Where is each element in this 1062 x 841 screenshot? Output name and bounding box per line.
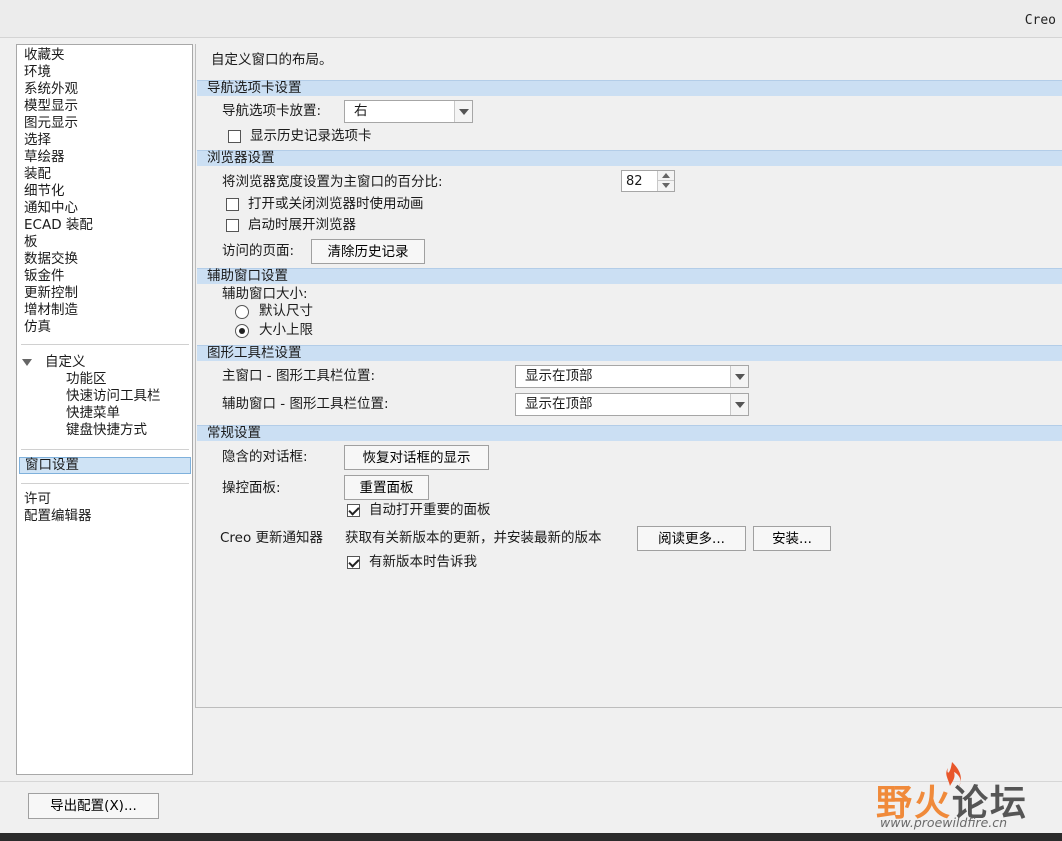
show-history-checkbox[interactable] bbox=[228, 130, 241, 143]
spin-up-icon[interactable] bbox=[657, 171, 674, 181]
options-window: Creo 收藏夹 环境 系统外观 模型显示 图元显示 选择 草绘器 装配 细节化 通知中心 ECAD… bbox=[0, 0, 1062, 833]
sidebar-item[interactable]: 图元显示 bbox=[24, 115, 78, 132]
sidebar-item[interactable]: 草绘器 bbox=[24, 149, 65, 166]
update-notifier-label: Creo 更新通知器 bbox=[220, 530, 324, 546]
sidebar-item[interactable]: 仿真 bbox=[24, 319, 51, 336]
sidebar-item[interactable]: 环境 bbox=[24, 64, 51, 81]
auto-open-dashboard-checkbox[interactable] bbox=[347, 504, 360, 517]
section-header-browser: 浏览器设置 bbox=[197, 150, 1062, 166]
sidebar-item[interactable]: 收藏夹 bbox=[24, 47, 65, 64]
watermark-logo: 野火论坛 www.proewildfire.cn bbox=[876, 760, 1056, 832]
visited-pages-label: 访问的页面: bbox=[222, 243, 295, 259]
main-toolbar-position-dropdown[interactable]: 显示在顶部 bbox=[515, 365, 749, 388]
chevron-down-icon[interactable] bbox=[454, 101, 472, 122]
animate-browser-label: 打开或关闭浏览器时使用动画 bbox=[248, 196, 424, 212]
panel-description: 自定义窗口的布局。 bbox=[211, 52, 333, 68]
max-size-label: 大小上限 bbox=[259, 322, 313, 338]
sidebar-item[interactable]: 数据交换 bbox=[24, 251, 78, 268]
sidebar-divider bbox=[21, 344, 189, 345]
notify-new-version-label: 有新版本时告诉我 bbox=[369, 554, 477, 570]
read-more-button[interactable]: 阅读更多... bbox=[637, 526, 746, 551]
aux-toolbar-position-label: 辅助窗口 - 图形工具栏位置: bbox=[222, 396, 389, 412]
nav-placement-dropdown[interactable]: 右 bbox=[344, 100, 473, 123]
sidebar-item[interactable]: 系统外观 bbox=[24, 81, 78, 98]
show-history-label: 显示历史记录选项卡 bbox=[250, 128, 372, 144]
app-title: Creo bbox=[1024, 13, 1056, 28]
nav-placement-label: 导航选项卡放置: bbox=[222, 103, 322, 119]
sidebar-item-customize[interactable]: 自定义 bbox=[45, 354, 86, 371]
section-header-aux-window: 辅助窗口设置 bbox=[197, 268, 1062, 284]
section-header-general: 常规设置 bbox=[197, 425, 1062, 441]
sidebar-subitem[interactable]: 快速访问工具栏 bbox=[66, 388, 161, 405]
title-bar: Creo bbox=[0, 0, 1062, 38]
category-sidebar[interactable]: 收藏夹 环境 系统外观 模型显示 图元显示 选择 草绘器 装配 细节化 通知中心 ECAD 装配板数… bbox=[16, 44, 193, 775]
section-header-graphics-toolbar: 图形工具栏设置 bbox=[197, 345, 1062, 361]
sidebar-item[interactable]: 通知中心 bbox=[24, 200, 78, 217]
sidebar-item[interactable]: 许可 bbox=[24, 491, 51, 508]
default-size-label: 默认尺寸 bbox=[259, 303, 313, 319]
aux-toolbar-position-dropdown[interactable]: 显示在顶部 bbox=[515, 393, 749, 416]
sidebar-item[interactable]: 模型显示 bbox=[24, 98, 78, 115]
clear-history-button[interactable]: 清除历史记录 bbox=[311, 239, 425, 264]
sidebar-item[interactable]: ECAD 装配 bbox=[24, 217, 93, 234]
chevron-down-icon[interactable] bbox=[730, 394, 748, 415]
restore-dialogs-button[interactable]: 恢复对话框的显示 bbox=[344, 445, 489, 470]
settings-panel: 自定义窗口的布局。 导航选项卡设置 导航选项卡放置: 右 显示历史记录选项卡 浏… bbox=[195, 44, 1062, 708]
sidebar-divider bbox=[21, 483, 189, 484]
browser-width-spinner[interactable]: 82 bbox=[621, 170, 675, 192]
watermark-url: www.proewildfire.cn bbox=[880, 815, 1008, 830]
install-button[interactable]: 安装... bbox=[753, 526, 831, 551]
sidebar-item[interactable]: 装配 bbox=[24, 166, 51, 183]
animate-browser-checkbox[interactable] bbox=[226, 198, 239, 211]
tree-collapse-icon[interactable] bbox=[22, 358, 32, 368]
spin-down-icon[interactable] bbox=[657, 181, 674, 191]
expand-browser-checkbox[interactable] bbox=[226, 219, 239, 232]
sidebar-subitem[interactable]: 快捷菜单 bbox=[66, 405, 120, 422]
browser-width-value: 82 bbox=[626, 174, 643, 189]
export-config-button[interactable]: 导出配置(X)... bbox=[28, 793, 159, 819]
sidebar-item-window-settings[interactable]: 窗口设置 bbox=[19, 457, 191, 474]
notify-new-version-checkbox[interactable] bbox=[347, 556, 360, 569]
update-notifier-description: 获取有关新版本的更新，并安装最新的版本 bbox=[345, 530, 602, 546]
sidebar-item[interactable]: 板 bbox=[24, 234, 38, 251]
sidebar-divider bbox=[21, 449, 189, 450]
reset-dashboard-button[interactable]: 重置面板 bbox=[344, 475, 429, 500]
default-size-radio[interactable] bbox=[235, 305, 249, 319]
auto-open-dashboard-label: 自动打开重要的面板 bbox=[369, 502, 491, 518]
sidebar-item[interactable]: 细节化 bbox=[24, 183, 65, 200]
expand-browser-label: 启动时展开浏览器 bbox=[248, 217, 356, 233]
sidebar-item[interactable]: 配置编辑器 bbox=[24, 508, 92, 525]
max-size-radio[interactable] bbox=[235, 324, 249, 338]
main-toolbar-position-label: 主窗口 - 图形工具栏位置: bbox=[222, 368, 376, 384]
sidebar-subitem[interactable]: 键盘快捷方式 bbox=[66, 422, 147, 439]
hidden-dialogs-label: 隐含的对话框: bbox=[222, 449, 308, 465]
sidebar-item[interactable]: 选择 bbox=[24, 132, 51, 149]
nav-placement-value: 右 bbox=[354, 103, 368, 119]
section-header-navigation: 导航选项卡设置 bbox=[197, 80, 1062, 96]
dashboard-label: 操控面板: bbox=[222, 480, 281, 496]
sidebar-subitem[interactable]: 功能区 bbox=[66, 371, 107, 388]
browser-width-label: 将浏览器宽度设置为主窗口的百分比: bbox=[222, 174, 443, 190]
aux-size-label: 辅助窗口大小: bbox=[222, 286, 308, 302]
sidebar-item[interactable]: 钣金件 bbox=[24, 268, 65, 285]
sidebar-item[interactable]: 更新控制 bbox=[24, 285, 78, 302]
aux-toolbar-position-value: 显示在顶部 bbox=[525, 396, 593, 412]
sidebar-item[interactable]: 增材制造 bbox=[24, 302, 78, 319]
chevron-down-icon[interactable] bbox=[730, 366, 748, 387]
main-toolbar-position-value: 显示在顶部 bbox=[525, 368, 593, 384]
